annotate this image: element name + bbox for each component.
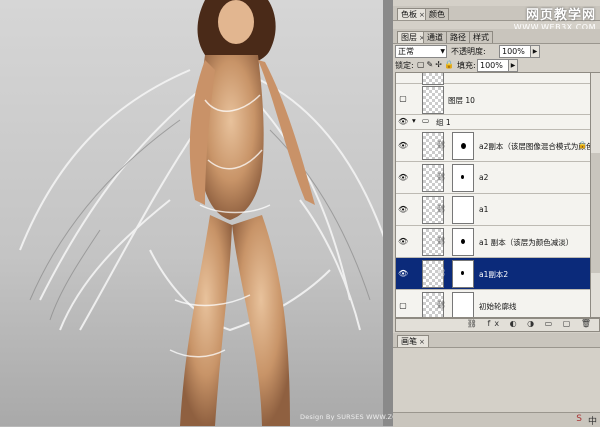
tab-color[interactable]: 颜色 [425, 8, 449, 20]
blend-mode-select[interactable]: 正常 ▼ [395, 45, 447, 58]
layers-panel-tabs: 图层 × 通道 路径 样式 [393, 29, 600, 44]
scrollbar-thumb[interactable] [591, 153, 600, 273]
tab-brushes[interactable]: 画笔 × [397, 335, 429, 347]
layer-row[interactable] [396, 73, 590, 85]
watermark-title: 网页教学网 [525, 8, 596, 23]
canvas-gutter [383, 0, 393, 426]
layer-mask-thumbnail[interactable] [452, 132, 474, 160]
layer-name[interactable]: 组 1 [436, 117, 451, 128]
link-icon[interactable]: ⛓ [436, 236, 446, 245]
mask-shape [461, 271, 464, 275]
tab-color-label: 颜色 [429, 10, 445, 19]
layer-name[interactable]: a2 [479, 173, 488, 182]
layer-row-selected[interactable]: 👁 ⛓ a1副本2 [396, 258, 590, 290]
visibility-toggle[interactable]: ▢ [398, 94, 408, 103]
tab-channels[interactable]: 通道 [423, 31, 447, 43]
blend-opacity-row: 正常 ▼ 不透明度: 100% ▶ [395, 44, 598, 58]
watermark: 网页教学网 WWW.WEB3X.COM [514, 4, 596, 32]
opacity-input[interactable]: 100% [499, 45, 531, 58]
ime-icon[interactable]: S [576, 414, 582, 424]
layer-row-10[interactable]: ▢ 图层 10 [396, 84, 590, 115]
layer-row[interactable]: 👁 ⛓ a2 [396, 162, 590, 194]
mask-shape [461, 239, 465, 244]
brushes-panel-body [393, 348, 600, 412]
layer-row[interactable]: 👁 ⛓ a2副本（该层图像混合模式为颜色加... 🔒 [396, 130, 590, 162]
layer-name[interactable]: a1副本2 [479, 269, 508, 280]
layer-name[interactable]: a1 [479, 205, 488, 214]
brushes-panel-tabs: 画笔 × [393, 333, 600, 348]
fill-label: 填充: [457, 61, 476, 70]
link-icon[interactable]: ⛓ [436, 140, 446, 149]
opacity-label: 不透明度: [451, 47, 486, 56]
layer-mask-thumbnail[interactable] [452, 292, 474, 317]
layer-name[interactable]: 初始轮廓线 [479, 301, 517, 312]
artwork-photo [19, 0, 386, 426]
tab-paths[interactable]: 路径 [446, 31, 470, 43]
layer-mask-thumbnail[interactable] [452, 260, 474, 288]
disclosure-triangle-icon[interactable]: ▾ [412, 116, 416, 125]
eye-icon[interactable]: 👁 [398, 205, 408, 214]
credit-text: Design By SURSES WWW.ZCOOL.COM.CN QQ:678… [300, 413, 393, 421]
mask-shape [461, 143, 466, 149]
visibility-toggle[interactable]: ▢ [398, 301, 408, 310]
layer-row[interactable]: ▢ ⛓ 初始轮廓线 [396, 290, 590, 317]
tab-brushes-label: 画笔 [401, 337, 417, 346]
layer-name[interactable]: 图层 10 [448, 95, 475, 106]
link-icon[interactable]: ⛓ [436, 204, 446, 213]
eye-icon[interactable]: 👁 [398, 141, 408, 150]
close-icon[interactable]: × [419, 338, 425, 346]
link-icon[interactable]: ⛓ [436, 268, 446, 277]
tab-styles-label: 样式 [473, 33, 489, 42]
layer-row[interactable]: 👁 ⛓ a1 副本（该层为颜色减淡） [396, 226, 590, 258]
layer-thumbnail [422, 86, 444, 114]
document-canvas[interactable]: Design By SURSES WWW.ZCOOL.COM.CN QQ:678… [0, 0, 393, 426]
layer-actions-icons[interactable]: ⛓ fx ◐ ◑ ▭ ▢ 🗑 [467, 319, 595, 328]
layer-mask-thumbnail[interactable] [452, 164, 474, 192]
mask-shape [461, 175, 464, 179]
layers-scrollbar[interactable] [590, 72, 600, 318]
tab-swatches-label: 色板 [401, 10, 417, 19]
fill-input[interactable]: 100% [477, 59, 509, 72]
tab-paths-label: 路径 [450, 33, 466, 42]
lock-fill-row: 锁定: ▢✎✢🔒 填充: 100% ▶ [395, 58, 598, 72]
fill-slider-button[interactable]: ▶ [508, 59, 518, 72]
lock-options-icons[interactable]: ▢✎✢🔒 [417, 60, 456, 69]
layers-list[interactable]: ▢ 图层 10 👁 ▾ ▭ 组 1 👁 ⛓ a2副本（该层图像混合模式为颜色加.… [395, 72, 591, 318]
panel-footer: 中 S [393, 412, 600, 427]
close-icon[interactable]: × [419, 11, 425, 19]
eye-icon[interactable]: 👁 [398, 269, 408, 278]
chevron-down-icon: ▼ [440, 48, 445, 55]
layer-mask-thumbnail[interactable] [452, 196, 474, 224]
ime-badge[interactable]: 中 [588, 414, 597, 427]
blend-mode-value: 正常 [398, 47, 414, 56]
layer-name[interactable]: a1 副本（该层为颜色减淡） [479, 237, 573, 248]
layer-row[interactable]: 👁 ⛓ a1 [396, 194, 590, 226]
tab-layers-label: 图层 [401, 33, 417, 42]
eye-icon[interactable]: 👁 [398, 173, 408, 182]
layer-group-row[interactable]: 👁 ▾ ▭ 组 1 [396, 115, 590, 130]
layer-name[interactable]: a2副本（该层图像混合模式为颜色加... [479, 141, 590, 152]
link-icon[interactable]: ⛓ [436, 172, 446, 181]
tab-channels-label: 通道 [427, 33, 443, 42]
lock-label: 锁定: [395, 61, 414, 70]
opacity-slider-button[interactable]: ▶ [530, 45, 540, 58]
link-icon[interactable]: ⛓ [436, 300, 446, 309]
eye-icon[interactable]: 👁 [398, 237, 408, 246]
layers-bottom-bar: ⛓ fx ◐ ◑ ▭ ▢ 🗑 [395, 318, 600, 332]
tab-styles[interactable]: 样式 [469, 31, 493, 43]
layer-mask-thumbnail[interactable] [452, 228, 474, 256]
eye-icon[interactable]: 👁 [398, 117, 408, 126]
lock-icon: 🔒 [578, 141, 587, 149]
folder-icon: ▭ [422, 116, 430, 125]
